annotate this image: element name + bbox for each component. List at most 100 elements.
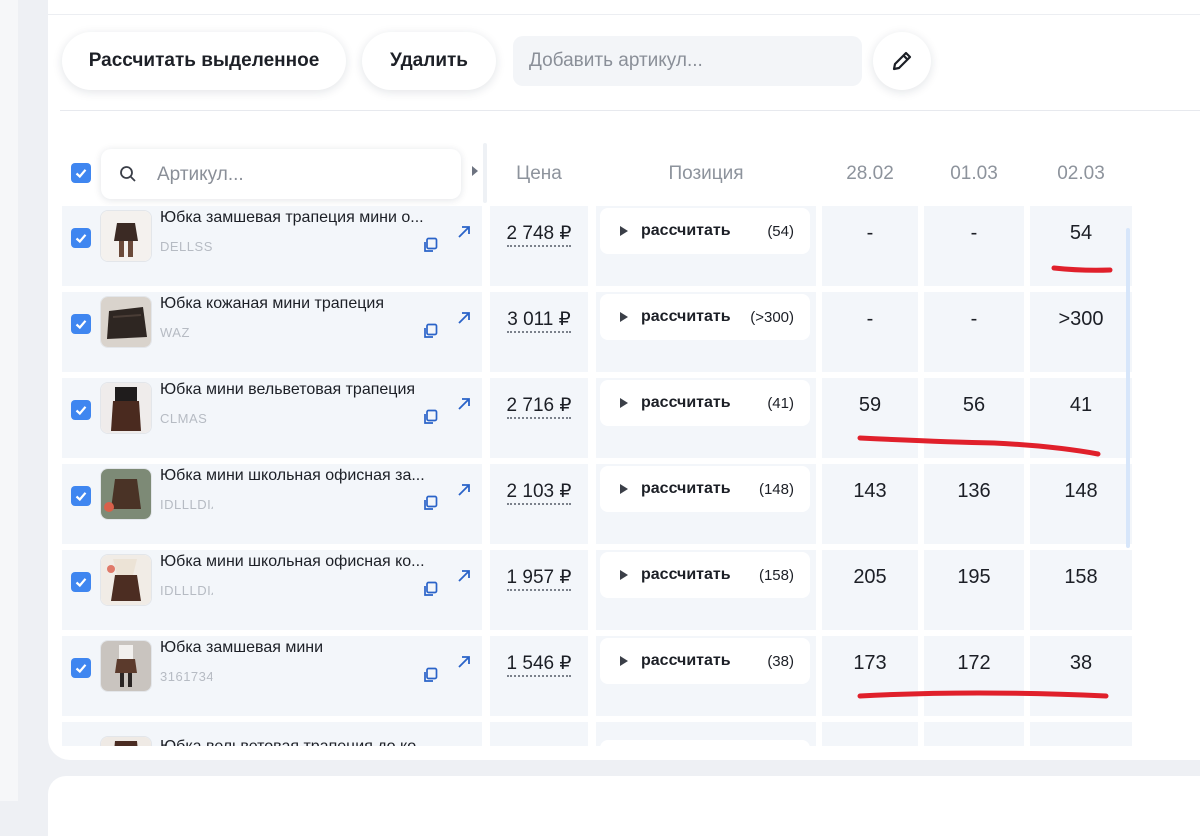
price-text[interactable]: 2 716 ₽ [506, 395, 572, 419]
collapse-caret-icon[interactable] [472, 166, 478, 176]
date-cell: 54 [1030, 206, 1132, 286]
position-value: 41 [1069, 394, 1093, 416]
copy-icon[interactable] [422, 581, 438, 597]
check-icon [75, 169, 87, 179]
check-icon [75, 578, 87, 588]
position-value: 136 [957, 480, 991, 502]
date-cell: - [822, 292, 918, 372]
price-value: 1 546 ₽ [490, 652, 588, 677]
calculate-button[interactable]: рассчитать (54) [600, 208, 810, 254]
row-checkbox[interactable] [71, 314, 91, 334]
date-cell: 38 [1030, 636, 1132, 716]
position-value: 172 [957, 652, 991, 674]
external-link-icon[interactable] [456, 654, 472, 670]
calculate-button[interactable]: рассчитать (38) [600, 638, 810, 684]
row-checkbox[interactable] [71, 228, 91, 248]
copy-icon[interactable] [422, 323, 438, 339]
external-link-icon[interactable] [456, 396, 472, 412]
price-text[interactable]: 3 011 ₽ [507, 309, 571, 333]
date-cell: 205 [822, 550, 918, 630]
check-icon [75, 664, 87, 674]
add-article-input[interactable] [513, 36, 862, 86]
price-text[interactable]: 2 748 ₽ [506, 223, 572, 247]
calculate-count: (>300) [750, 308, 794, 326]
redaction-mark [212, 239, 402, 253]
select-all-checkbox[interactable] [71, 163, 91, 183]
price-value: 2 716 ₽ [490, 394, 588, 419]
date-cell [924, 722, 1024, 746]
check-icon [75, 234, 87, 244]
external-link-icon[interactable] [456, 310, 472, 326]
date-cell: >300 [1030, 292, 1132, 372]
product-cell: Юбка замшевая мини 316173454 [62, 636, 482, 716]
copy-icon[interactable] [422, 495, 438, 511]
row-checkbox[interactable] [71, 658, 91, 678]
product-thumbnail [100, 382, 152, 434]
date-cell: - [822, 206, 918, 286]
product-name: Юбка мини вельветовая трапеция [160, 381, 416, 398]
price-text[interactable]: 1 957 ₽ [506, 567, 572, 591]
copy-icon[interactable] [422, 409, 438, 425]
position-cell: рассчитать (41) [596, 378, 816, 458]
redaction-mark [212, 411, 402, 425]
date-cell: 148 [1030, 464, 1132, 544]
external-link-icon[interactable] [456, 482, 472, 498]
external-link-icon[interactable] [456, 568, 472, 584]
copy-icon[interactable] [422, 667, 438, 683]
vertical-scrollbar[interactable] [1126, 228, 1130, 548]
calculate-label: рассчитать [641, 308, 731, 325]
position-value: - [970, 222, 978, 244]
date-cell: - [924, 206, 1024, 286]
play-icon [620, 226, 628, 236]
row-checkbox[interactable] [71, 572, 91, 592]
position-value: - [866, 308, 874, 330]
calculate-count: (41) [767, 394, 794, 412]
calculate-label: рассчитать [641, 566, 731, 583]
delete-button[interactable]: Удалить [362, 32, 496, 90]
price-cell: 1 546 ₽ [490, 636, 588, 716]
calculate-count: (148) [758, 480, 794, 498]
calculate-label: рассчитать [641, 394, 731, 411]
article-search [101, 149, 461, 201]
header-date-3: 02.03 [1057, 163, 1105, 184]
price-text[interactable]: 1 546 ₽ [506, 653, 572, 677]
product-cell: Юбка мини школьная офисная ко... IDLLLDI… [62, 550, 482, 630]
position-value: 205 [853, 566, 887, 588]
product-cell: Юбка замшевая трапеция мини о... DELLSSI [62, 206, 482, 286]
product-name: Юбка мини школьная офисная ко... [160, 553, 425, 570]
position-value: 158 [1064, 566, 1098, 588]
date-cell [1030, 722, 1132, 746]
play-icon [620, 570, 628, 580]
top-divider [48, 14, 1200, 15]
header-position: Позиция [668, 163, 744, 184]
bottom-card [48, 776, 1200, 836]
edit-button[interactable] [873, 32, 931, 90]
product-name: Юбка мини школьная офисная за... [160, 467, 425, 484]
calculate-button[interactable]: рассчитать (>300) [600, 294, 810, 340]
price-text[interactable]: 2 103 ₽ [506, 481, 572, 505]
calculate-button[interactable] [600, 740, 810, 746]
position-value: 54 [1069, 222, 1093, 244]
article-search-input[interactable] [155, 149, 449, 201]
product-thumbnail [100, 640, 152, 692]
date-cell: 59 [822, 378, 918, 458]
calculate-button[interactable]: рассчитать (148) [600, 466, 810, 512]
external-link-icon[interactable] [456, 224, 472, 240]
header-date-2: 01.03 [950, 163, 998, 184]
date-cell [822, 722, 918, 746]
calculate-button[interactable]: рассчитать (41) [600, 380, 810, 426]
position-value: - [970, 308, 978, 330]
calculate-button[interactable]: рассчитать (158) [600, 552, 810, 598]
row-checkbox[interactable] [71, 400, 91, 420]
position-value: >300 [1058, 308, 1104, 330]
search-icon [120, 166, 136, 182]
calc-selected-button[interactable]: Рассчитать выделенное [62, 32, 346, 90]
table-row: Юбка вельветовая трапеция до ко... [62, 722, 1132, 746]
column-separator [483, 143, 487, 203]
redaction-mark [212, 497, 402, 511]
product-thumbnail [100, 468, 152, 520]
copy-icon[interactable] [422, 237, 438, 253]
date-cell: 56 [924, 378, 1024, 458]
product-name: Юбка замшевая трапеция мини о... [160, 209, 424, 226]
row-checkbox[interactable] [71, 486, 91, 506]
